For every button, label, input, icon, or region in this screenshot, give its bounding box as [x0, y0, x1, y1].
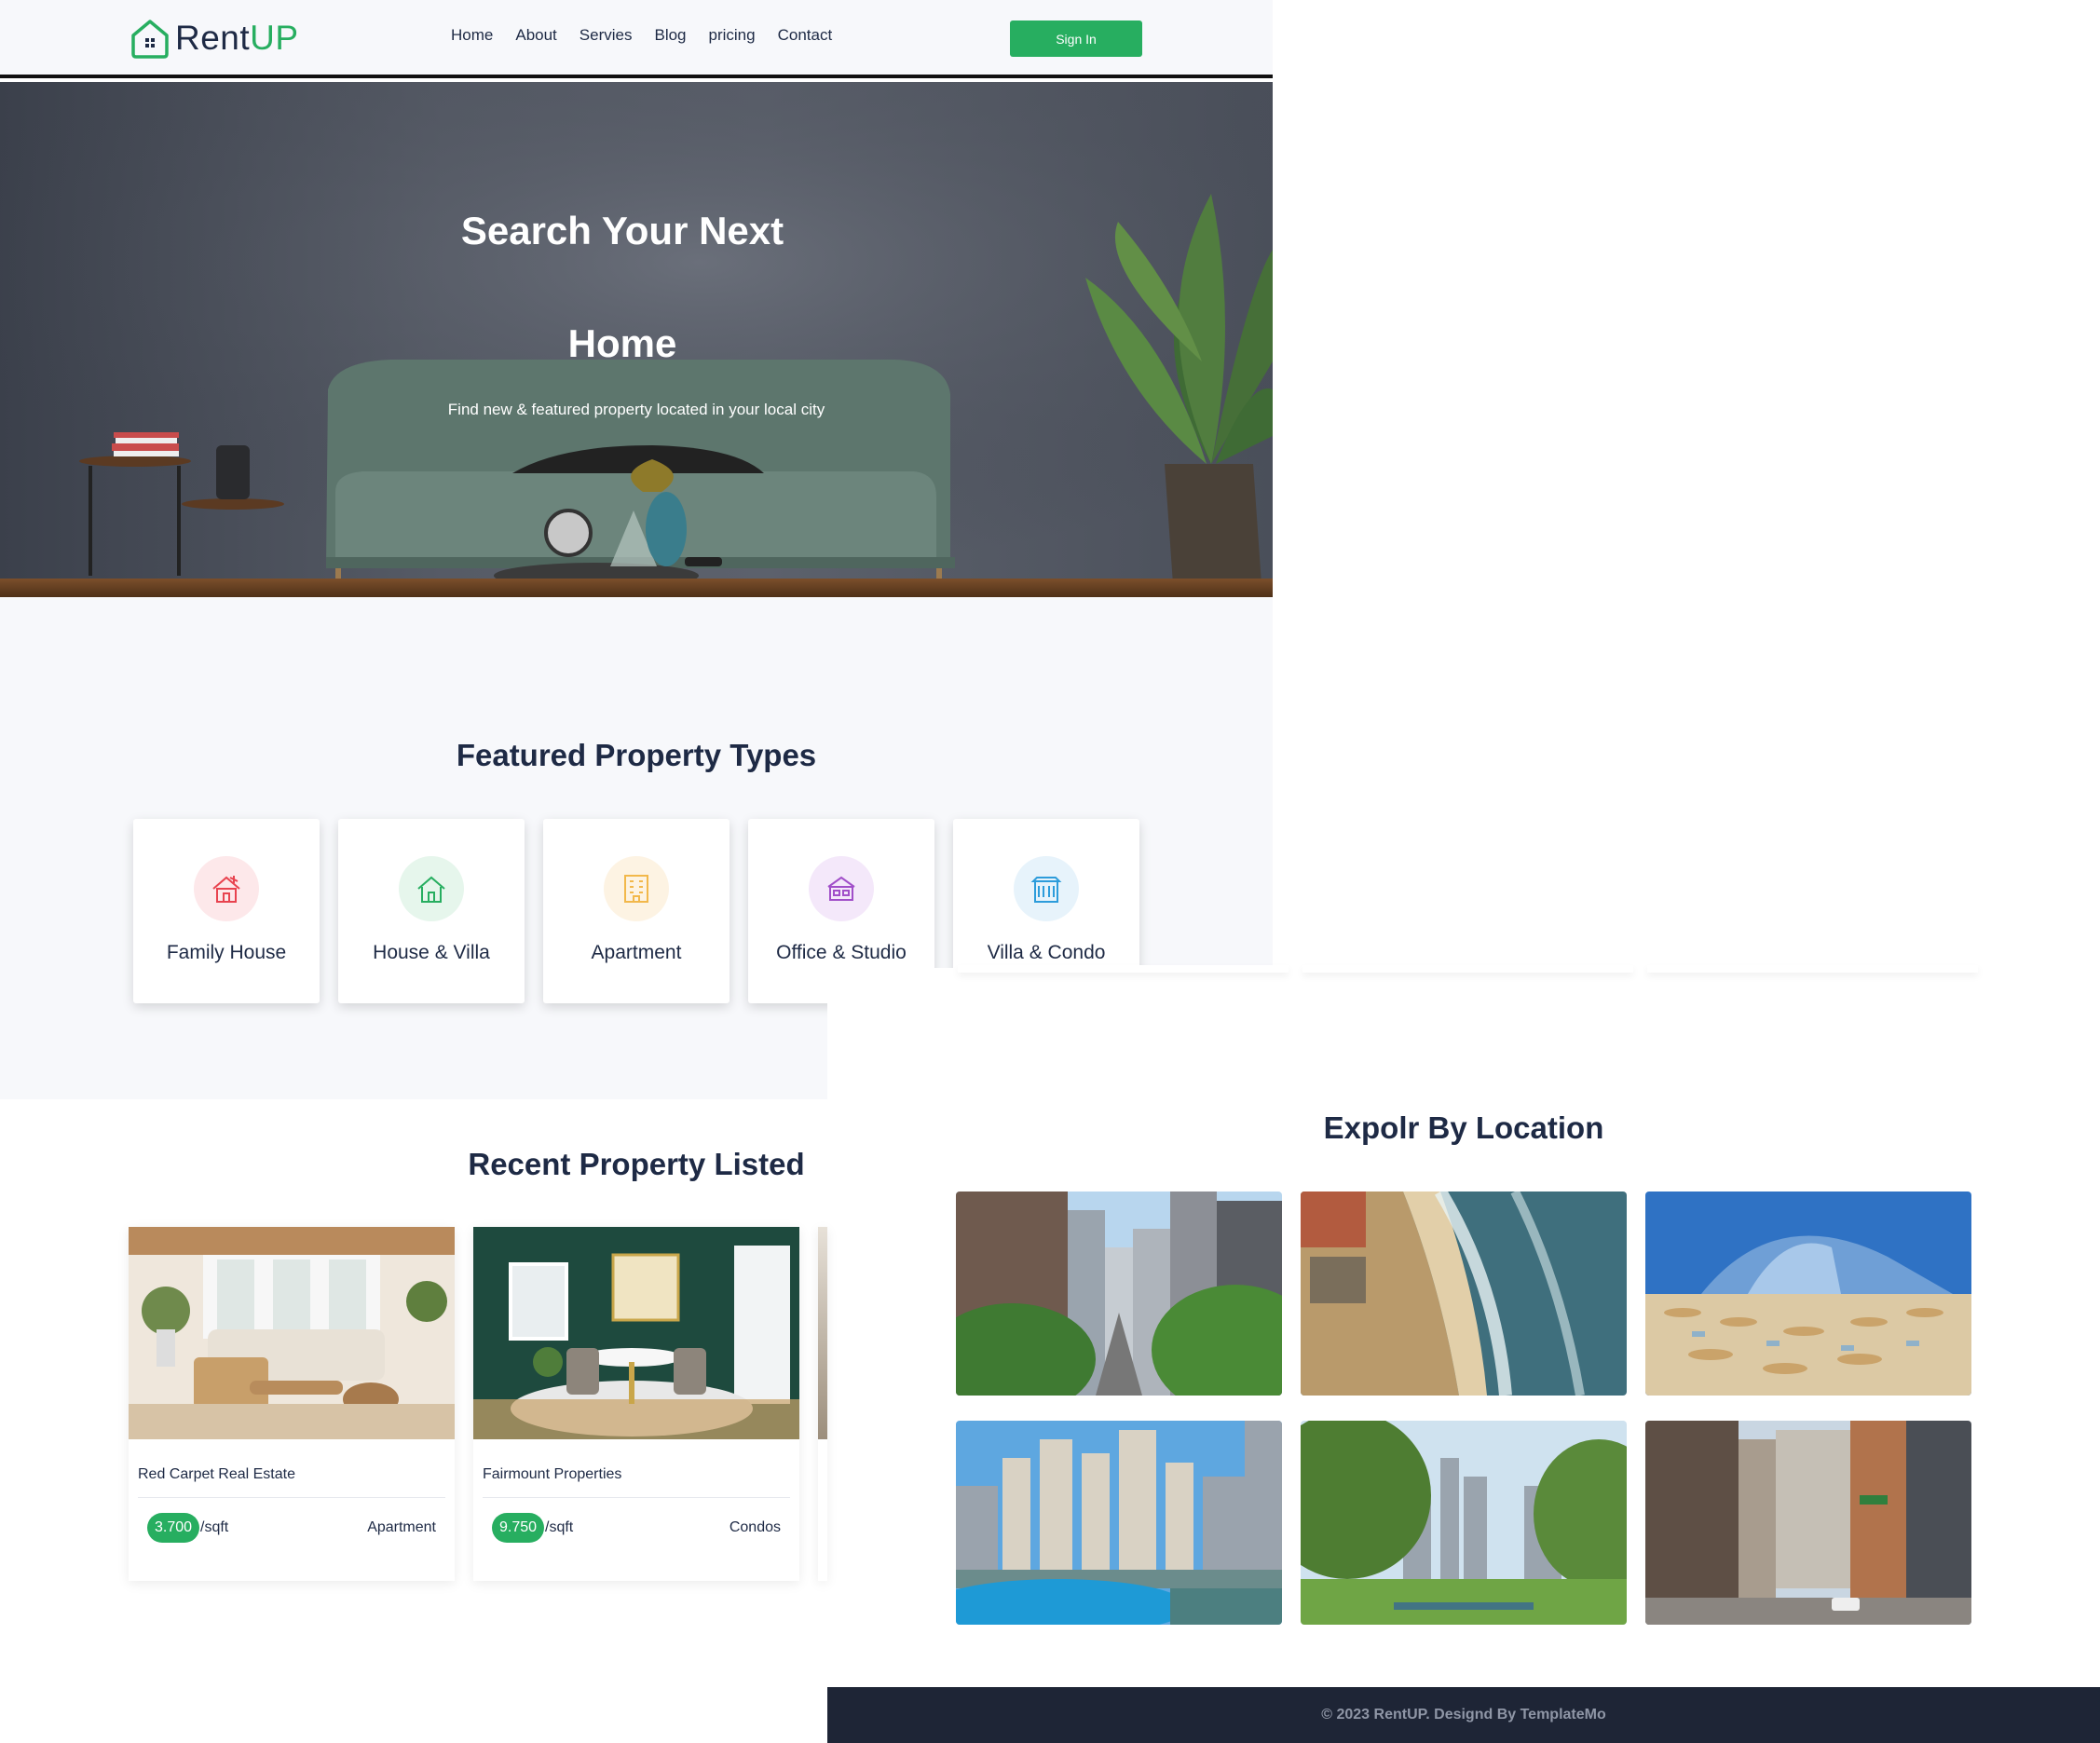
main-nav: Home About Servies Blog pricing Contact [451, 26, 832, 45]
type-card-family-house[interactable]: Family House [133, 819, 320, 1003]
property-card-partial [818, 1227, 827, 1581]
type-label: House & Villa [373, 942, 490, 963]
type-label: Family House [166, 942, 287, 963]
property-card[interactable]: Fairmount Properties 9.750 /sqft Condos [473, 1227, 799, 1581]
hero-title-line1: Search Your Next [460, 209, 784, 252]
house-villa-icon [399, 856, 464, 921]
hero-floor [0, 579, 1273, 597]
site-footer: © 2023 RentUP. Designd By TemplateMo [827, 1687, 2100, 1743]
house-logo-icon [131, 20, 169, 59]
hero-title-line2: Home [567, 321, 677, 365]
property-name: Red Carpet Real Estate [138, 1466, 295, 1482]
hero-banner: Search Your Next Home Find new & feature… [0, 82, 1273, 597]
property-image-dining-room [473, 1227, 799, 1439]
type-label: Villa & Condo [987, 942, 1106, 963]
logo-text-main: Rent [175, 19, 251, 57]
villa-condo-icon [1014, 856, 1079, 921]
office-studio-icon [809, 856, 874, 921]
nav-contact[interactable]: Contact [778, 26, 833, 45]
nav-home[interactable]: Home [451, 26, 493, 45]
recent-title: Recent Property Listed [468, 1147, 805, 1181]
apartment-icon [604, 856, 669, 921]
property-card[interactable]: Red Carpet Real Estate 3.700 /sqft Apart… [129, 1227, 455, 1581]
type-card-apartment[interactable]: Apartment [543, 819, 730, 1003]
ghost-card-edge [958, 965, 1289, 973]
location-title: Expolr By Location [1323, 1110, 1604, 1145]
location-image-marina-skyline[interactable] [956, 1421, 1282, 1625]
site-header: RentUP Home About Servies Blog pricing C… [0, 0, 1273, 78]
property-type: Apartment [367, 1519, 436, 1535]
location-image-park-skyline[interactable] [1301, 1421, 1627, 1625]
logo-text: RentUP [175, 19, 299, 58]
price-unit: /sqft [200, 1519, 229, 1535]
type-label: Office & Studio [776, 942, 907, 963]
location-image-beach-coast[interactable] [1301, 1192, 1627, 1396]
nav-about[interactable]: About [515, 26, 556, 45]
price-badge: 3.700 [147, 1513, 200, 1543]
price-unit: /sqft [545, 1519, 574, 1535]
logo-text-accent: UP [250, 19, 299, 57]
hero-subtitle: Find new & featured property located in … [447, 401, 825, 418]
location-image-avenue-buildings[interactable] [1645, 1421, 1971, 1625]
property-type: Condos [729, 1519, 781, 1535]
divider [483, 1497, 790, 1498]
footer-copyright: © 2023 RentUP. Designd By TemplateMo [1321, 1707, 1606, 1723]
logo[interactable]: RentUP [129, 17, 299, 60]
ghost-card-edge [1647, 965, 1978, 973]
property-name: Fairmount Properties [483, 1466, 622, 1482]
location-image-beach-hotel[interactable] [1645, 1192, 1971, 1396]
property-image-living-room [129, 1227, 455, 1439]
ghost-card-edge [1302, 965, 1633, 973]
divider [138, 1497, 445, 1498]
type-card-house-villa[interactable]: House & Villa [338, 819, 525, 1003]
price-badge: 9.750 [492, 1513, 545, 1543]
family-house-icon [194, 856, 259, 921]
location-image-city-street[interactable] [956, 1192, 1282, 1396]
nav-blog[interactable]: Blog [654, 26, 686, 45]
nav-pricing[interactable]: pricing [709, 26, 756, 45]
type-label: Apartment [591, 942, 682, 963]
featured-title: Featured Property Types [456, 738, 817, 772]
nav-services[interactable]: Servies [580, 26, 633, 45]
sign-in-button[interactable]: Sign In [1010, 20, 1142, 57]
